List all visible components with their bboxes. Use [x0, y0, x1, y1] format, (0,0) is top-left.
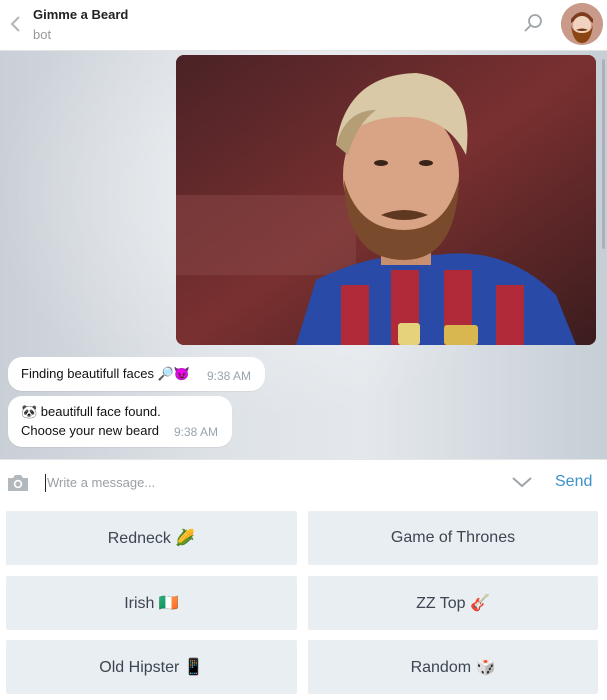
chat-title: Gimme a Beard — [33, 7, 129, 22]
chat-area: Finding beautifull faces 🔎😈 9:38 AM 🐼 be… — [0, 51, 607, 459]
message-input[interactable] — [47, 471, 487, 493]
message-photo[interactable] — [176, 55, 596, 345]
message-time: 9:38 AM — [207, 369, 252, 383]
keyboard-button-irish[interactable]: Irish 🇮🇪 — [6, 576, 297, 630]
chat-subtitle: bot — [33, 27, 52, 42]
incoming-message: 🐼 beautifull face found. Choose your new… — [8, 396, 232, 447]
text-cursor — [45, 474, 46, 492]
search-icon[interactable] — [522, 12, 544, 34]
chevron-down-icon[interactable] — [510, 474, 534, 490]
message-text: Finding beautifull faces 🔎😈 — [21, 366, 190, 381]
message-text-line2: Choose your new beard — [21, 423, 160, 438]
message-composer: Send — [0, 459, 607, 506]
beard-avatar-icon[interactable] — [561, 3, 603, 45]
incoming-message: Finding beautifull faces 🔎😈 9:38 AM — [8, 357, 265, 391]
chat-scrollbar[interactable] — [602, 59, 605, 249]
chevron-left-icon[interactable] — [8, 14, 22, 34]
camera-icon[interactable] — [6, 474, 30, 492]
bot-keyboard: Redneck 🌽 Game of Thrones Irish 🇮🇪 ZZ To… — [0, 505, 607, 700]
keyboard-button-game-of-thrones[interactable]: Game of Thrones — [308, 511, 598, 565]
keyboard-button-zz-top[interactable]: ZZ Top 🎸 — [308, 576, 598, 630]
send-button[interactable]: Send — [555, 473, 592, 491]
message-text-line1: 🐼 beautifull face found. — [21, 404, 161, 419]
chat-header: Gimme a Beard bot — [0, 0, 607, 51]
keyboard-button-random[interactable]: Random 🎲 — [308, 640, 598, 694]
message-time: 9:38 AM — [174, 425, 219, 439]
keyboard-button-old-hipster[interactable]: Old Hipster 📱 — [6, 640, 297, 694]
keyboard-button-redneck[interactable]: Redneck 🌽 — [6, 511, 297, 565]
